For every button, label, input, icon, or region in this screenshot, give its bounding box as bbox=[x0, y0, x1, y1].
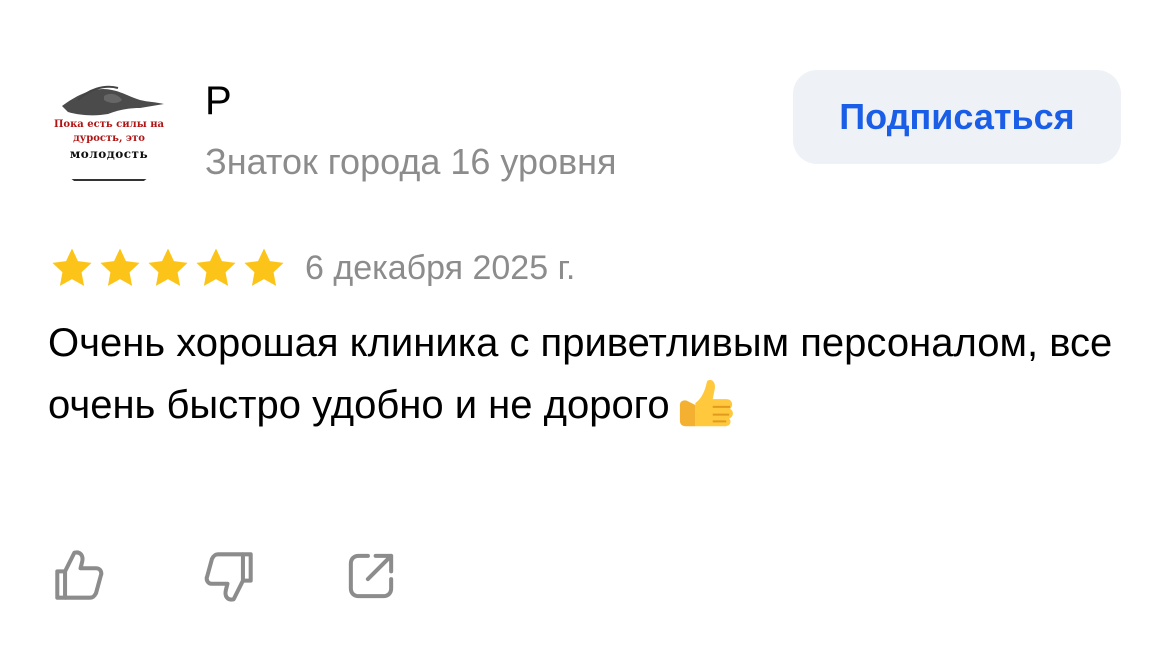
author-name[interactable]: Р bbox=[205, 78, 232, 124]
thumbs-down-icon bbox=[204, 552, 253, 602]
dislike-button[interactable] bbox=[196, 543, 262, 609]
review-text: Очень хорошая клиника с приветливым перс… bbox=[48, 312, 1118, 436]
review-date: 6 декабря 2025 г. bbox=[305, 249, 576, 287]
author-level: Знаток города 16 уровня bbox=[205, 141, 617, 182]
thumbs-up-emoji-icon bbox=[679, 379, 733, 427]
star-icon bbox=[244, 248, 284, 286]
rating-stars bbox=[48, 245, 288, 291]
author-avatar[interactable]: Пока есть силы на дурость, это молодость bbox=[48, 70, 170, 192]
avatar-caption-line: Пока есть силы на bbox=[53, 119, 165, 130]
star-icon bbox=[148, 248, 188, 286]
thumbs-up-icon bbox=[55, 550, 104, 600]
star-icon bbox=[52, 248, 92, 286]
like-button[interactable] bbox=[46, 543, 112, 609]
avatar-sketch-icon bbox=[58, 85, 164, 181]
star-icon bbox=[100, 248, 140, 286]
star-icon bbox=[196, 248, 236, 286]
review-body: Очень хорошая клиника с приветливым перс… bbox=[48, 321, 1113, 427]
avatar-caption-line: молодость bbox=[69, 147, 149, 161]
share-button[interactable] bbox=[338, 543, 404, 609]
avatar-caption-line: дурость, это bbox=[73, 133, 145, 144]
share-icon bbox=[348, 553, 394, 599]
subscribe-button[interactable]: Подписаться bbox=[793, 70, 1121, 164]
